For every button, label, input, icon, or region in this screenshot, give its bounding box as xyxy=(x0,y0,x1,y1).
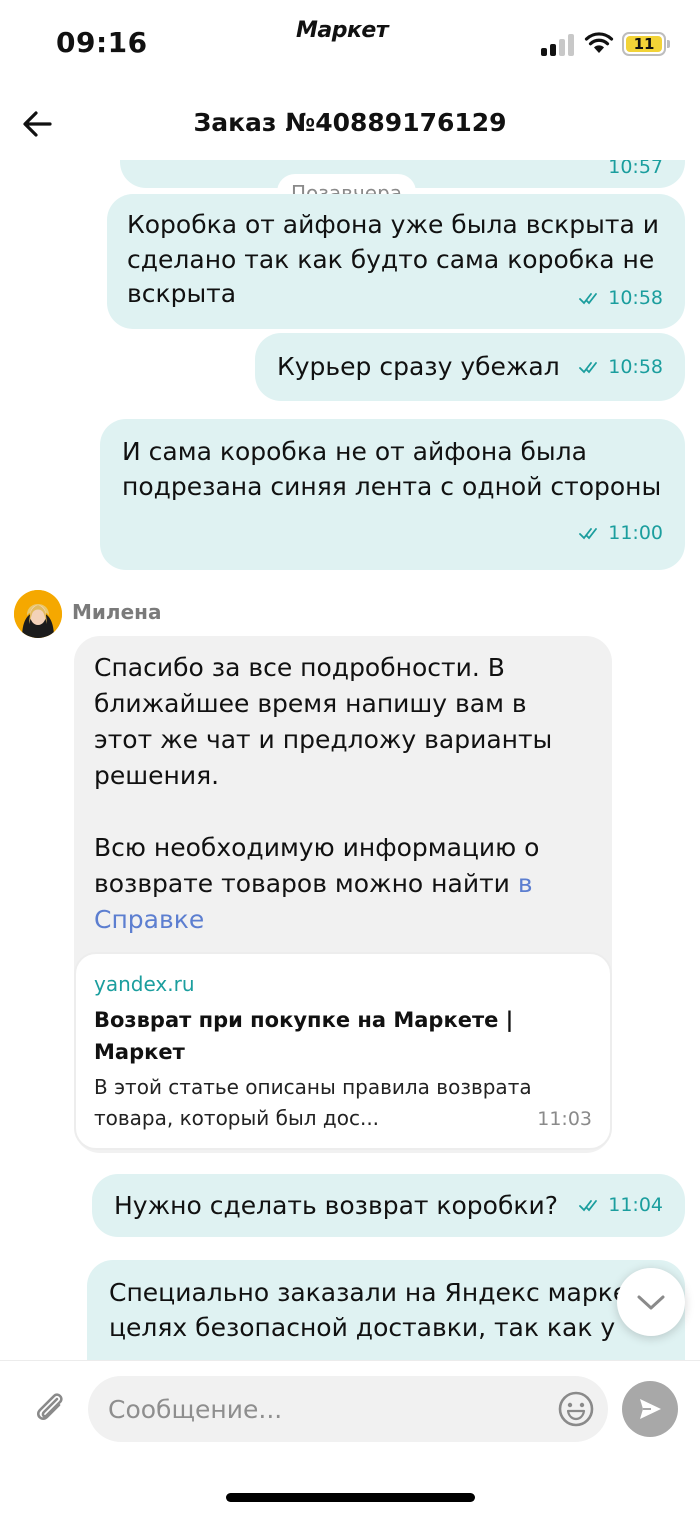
wifi-icon xyxy=(584,32,614,53)
double-check-icon xyxy=(579,292,598,305)
battery-level: 11 xyxy=(626,35,662,53)
outgoing-message[interactable]: Специально заказали на Яндекс маркете в … xyxy=(87,1260,685,1360)
message-text: И сама коробка не от айфона была подреза… xyxy=(122,437,662,501)
message-meta: 10:57 xyxy=(608,160,663,184)
signal-icon xyxy=(541,34,575,56)
message-time: 11:03 xyxy=(537,1108,592,1130)
double-check-icon xyxy=(579,361,598,374)
message-meta: 11:04 xyxy=(579,1188,663,1223)
message-input[interactable] xyxy=(88,1376,608,1442)
paperclip-icon[interactable] xyxy=(30,1387,70,1427)
message-time: 11:00 xyxy=(608,521,663,544)
status-app-name: Маркет xyxy=(296,18,389,43)
message-time: 10:58 xyxy=(608,355,663,378)
outgoing-message[interactable]: Коробка от айфона уже была вскрыта и сде… xyxy=(107,194,685,329)
message-text: Нужно сделать возврат коробки? xyxy=(114,1191,559,1220)
message-meta: 10:58 xyxy=(579,281,663,316)
sender-name: Милена xyxy=(72,600,162,624)
chat-header: Заказ №40889176129 xyxy=(0,90,700,160)
battery-icon: 11 xyxy=(622,32,670,56)
double-check-icon xyxy=(579,1199,598,1212)
message-text-part: Всю необходимую информацию о возврате то… xyxy=(94,833,540,898)
send-icon xyxy=(640,1399,661,1419)
avatar-image xyxy=(14,590,62,638)
outgoing-message[interactable]: Нужно сделать возврат коробки? 11:04 xyxy=(92,1174,685,1237)
status-bar: 09:16 Маркет 11 xyxy=(0,0,700,90)
chat-thread[interactable]: 10:57 Позавчера Коробка от айфона уже бы… xyxy=(0,160,700,1360)
send-button[interactable] xyxy=(622,1381,678,1437)
page-title: Заказ №40889176129 xyxy=(193,108,507,137)
link-preview-title: Возврат при покупке на Маркете | Маркет xyxy=(94,1008,514,1064)
link-preview-domain: yandex.ru xyxy=(94,972,195,996)
message-time: 11:04 xyxy=(608,1193,663,1216)
message-meta: 10:58 xyxy=(579,350,663,385)
message-text: Курьер сразу убежал xyxy=(277,352,560,381)
outgoing-message[interactable]: И сама коробка не от айфона была подреза… xyxy=(100,419,685,570)
home-indicator xyxy=(226,1493,475,1502)
message-text: Всю необходимую информацию о возврате то… xyxy=(94,830,564,938)
avatar[interactable] xyxy=(14,590,62,638)
scroll-down-button[interactable] xyxy=(617,1268,685,1336)
double-check-icon xyxy=(579,527,598,540)
message-text: Специально заказали на Яндекс маркете в … xyxy=(109,1278,681,1342)
emoji-icon[interactable] xyxy=(556,1389,596,1429)
status-time: 09:16 xyxy=(56,26,148,59)
outgoing-message[interactable]: Курьер сразу убежал 10:58 xyxy=(255,333,685,401)
link-preview-card[interactable]: yandex.ru Возврат при покупке на Маркете… xyxy=(74,952,612,1150)
message-time: 10:58 xyxy=(608,286,663,309)
message-meta: 11:00 xyxy=(579,516,663,551)
chevron-down-icon xyxy=(637,1295,665,1310)
message-text: Спасибо за все подробности. В ближайшее … xyxy=(94,653,553,790)
link-preview-description: В этой статье описаны правила возврата т… xyxy=(94,1075,532,1130)
message-time: 10:57 xyxy=(608,160,663,178)
message-composer xyxy=(0,1360,700,1515)
